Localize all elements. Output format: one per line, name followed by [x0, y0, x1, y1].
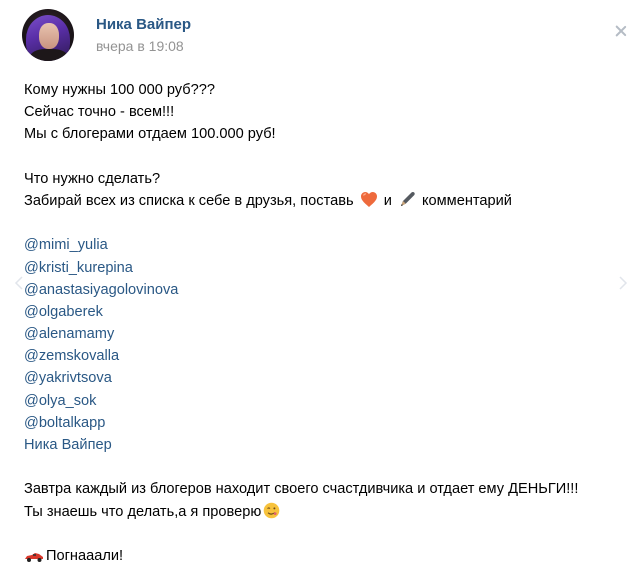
pen-emoji	[398, 191, 416, 215]
mention-link[interactable]: @anastasiyagolovinova	[24, 279, 624, 301]
heart-emoji	[360, 191, 378, 215]
mention-link[interactable]: @alenamamy	[24, 323, 624, 345]
wink-emoji	[263, 502, 280, 526]
mention-link[interactable]: @olgaberek	[24, 301, 624, 323]
post-meta: Ника Вайпер вчера в 19:08	[96, 15, 191, 56]
close-icon[interactable]	[614, 24, 628, 38]
post-line: Сейчас точно - всем!!!	[24, 104, 175, 121]
post-line: Погнааали!	[24, 545, 624, 567]
post-text: Кому нужны 100 000 руб??? Сейчас точно -…	[24, 79, 624, 567]
mention-link[interactable]: @kristi_kurepina	[24, 257, 624, 279]
wall-post: Ника Вайпер вчера в 19:08 Кому нужны 100…	[0, 0, 638, 569]
post-line: Мы с блогерами отдаем 100.000 руб!	[24, 126, 276, 143]
mention-link[interactable]: @zemskovalla	[24, 345, 624, 367]
author-name[interactable]: Ника Вайпер	[96, 15, 191, 35]
avatar[interactable]	[22, 9, 74, 61]
post-line: Ты знаешь что делать,а я проверю	[24, 501, 624, 523]
chevron-left-icon[interactable]	[14, 276, 24, 290]
mention-link[interactable]: @mimi_yulia	[24, 234, 624, 256]
post-time[interactable]: вчера в 19:08	[96, 36, 191, 56]
post-line: Что нужно сделать?	[24, 170, 161, 187]
mention-link[interactable]: Ника Вайпер	[24, 434, 624, 456]
post-header: Ника Вайпер вчера в 19:08	[22, 5, 191, 65]
instruction-line: Забирай всех из списка к себе в друзья, …	[24, 190, 624, 212]
post-line: Завтра каждый из блогеров находит своего…	[24, 481, 579, 498]
race-car-emoji	[24, 548, 44, 569]
mention-link[interactable]: @olya_sok	[24, 390, 624, 412]
mention-link[interactable]: @yakrivtsova	[24, 367, 624, 389]
post-line: Кому нужны 100 000 руб???	[24, 82, 215, 98]
mention-link[interactable]: @boltalkapp	[24, 412, 624, 434]
